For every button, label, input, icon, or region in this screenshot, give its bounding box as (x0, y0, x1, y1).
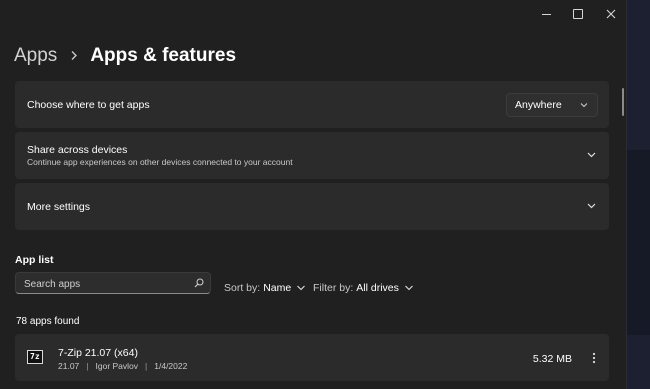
more-settings-card[interactable]: More settings (15, 183, 609, 230)
dropdown-value: Anywhere (515, 99, 562, 111)
sort-by-label: Sort by: (224, 282, 261, 294)
chevron-down-icon (587, 203, 596, 209)
maximize-icon (573, 9, 583, 19)
search-icon (194, 278, 204, 288)
app-size: 5.32 MB (532, 353, 572, 365)
breadcrumb-apps-link[interactable]: Apps (14, 45, 57, 67)
search-input[interactable] (22, 276, 186, 292)
filter-by-label: Filter by: (313, 282, 354, 294)
chevron-down-icon (587, 152, 596, 158)
where-to-get-apps-card: Choose where to get apps Anywhere (15, 81, 609, 128)
share-across-devices-title: Share across devices (27, 144, 128, 156)
app-install-date: 1/4/2022 (154, 361, 188, 371)
app-icon-text: 7z (30, 352, 40, 361)
app-version: 21.07 (58, 361, 80, 371)
meta-separator: | (145, 361, 148, 371)
more-settings-title: More settings (27, 201, 91, 213)
more-options-icon[interactable] (591, 352, 597, 364)
share-across-devices-card[interactable]: Share across devices Continue app experi… (15, 132, 609, 179)
sort-by-dropdown[interactable]: Sort by: Name (224, 282, 306, 294)
list-item[interactable]: 7z 7-Zip 21.07 (x64) 21.07 | Igor Pavlov… (15, 334, 609, 381)
filter-by-value: All drives (356, 282, 399, 294)
minimize-button[interactable] (532, 3, 560, 25)
scrollbar-thumb[interactable] (622, 88, 624, 116)
where-to-get-apps-dropdown[interactable]: Anywhere (506, 93, 598, 117)
chevron-down-icon (404, 285, 413, 291)
breadcrumb: Apps Apps & features (14, 42, 236, 70)
app-list-heading: App list (15, 254, 54, 266)
close-button[interactable] (597, 3, 625, 25)
where-to-get-apps-label: Choose where to get apps (27, 99, 150, 111)
chevron-down-icon (297, 285, 306, 291)
chevron-right-icon (70, 48, 78, 64)
minimize-icon (541, 13, 551, 15)
chevron-down-icon (580, 103, 588, 108)
close-icon (606, 9, 616, 19)
share-across-devices-subtitle: Continue app experiences on other device… (27, 157, 293, 167)
maximize-button[interactable] (564, 3, 592, 25)
apps-found-count: 78 apps found (16, 316, 80, 327)
app-name: 7-Zip 21.07 (x64) (58, 347, 138, 359)
app-publisher: Igor Pavlov (95, 361, 139, 371)
page-title: Apps & features (90, 45, 237, 66)
filter-by-dropdown[interactable]: Filter by: All drives (313, 282, 414, 294)
desktop-background (627, 0, 650, 389)
search-box[interactable] (15, 272, 211, 294)
7zip-app-icon: 7z (27, 350, 43, 364)
settings-window: Apps Apps & features Choose where to get… (0, 0, 627, 389)
sort-by-value: Name (263, 282, 292, 294)
meta-separator: | (86, 361, 89, 371)
app-meta: 21.07 | Igor Pavlov | 1/4/2022 (58, 361, 187, 371)
